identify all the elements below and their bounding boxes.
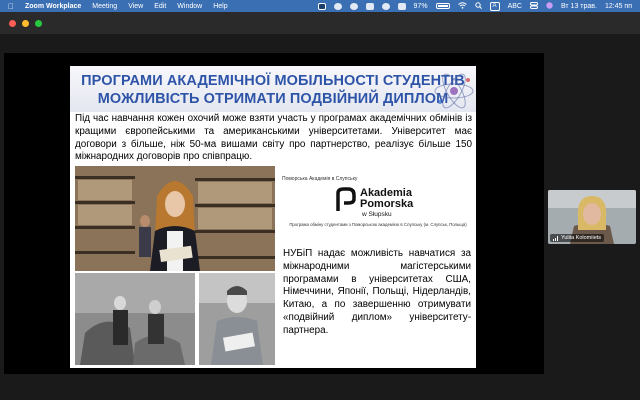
student-reading-photo — [199, 273, 275, 365]
siri-icon[interactable] — [546, 1, 553, 11]
participant-video-tile[interactable]: Yuliia Kolomiiets — [548, 190, 636, 244]
signal-bars-icon — [553, 235, 558, 241]
menu-edit[interactable]: Edit — [154, 3, 166, 10]
window-titlebar — [0, 12, 640, 34]
menubar-date[interactable]: Вт 13 трав. — [561, 3, 597, 10]
slide-double-diploma-paragraph: НУБіП надає можливість навчатися за міжн… — [283, 248, 471, 336]
slide-title-line2: МОЖЛИВІСТЬ ОТРИМАТИ ПОДВІЙНИЙ ДИПЛОМ — [97, 91, 449, 107]
menu-bar:  Zoom Workplace Meeting View Edit Windo… — [0, 0, 640, 12]
vpn-icon[interactable] — [317, 2, 326, 10]
menu-meeting[interactable]: Meeting — [92, 3, 117, 10]
spotlight-icon[interactable] — [474, 1, 482, 11]
messenger-icon[interactable] — [333, 2, 342, 10]
shared-slide: ПРОГРАМИ АКАДЕМІЧНОЇ МОБІЛЬНОСТІ СТУДЕНТ… — [70, 66, 476, 368]
slide-title-line1: ПРОГРАМИ АКАДЕМІЧНОЇ МОБІЛЬНОСТІ СТУДЕНТ… — [81, 73, 465, 89]
cloud-icon[interactable] — [365, 2, 374, 10]
partner-name-line2: Pomorska — [360, 198, 414, 210]
atom-icon — [434, 73, 474, 109]
museum-students-photo — [75, 273, 195, 365]
apple-menu-icon[interactable]:  — [8, 2, 14, 11]
app-menu[interactable]: Zoom Workplace — [25, 3, 81, 10]
menu-help[interactable]: Help — [213, 3, 227, 10]
wifi-icon[interactable] — [457, 1, 467, 11]
menu-window[interactable]: Window — [177, 3, 202, 10]
library-student-photo — [75, 166, 275, 271]
chat-icon[interactable] — [349, 2, 358, 10]
sync-icon[interactable] — [381, 2, 390, 10]
control-center-icon[interactable] — [529, 1, 538, 11]
exchange-program-caption: Програма обміну студентами з Поморською … — [289, 222, 467, 227]
battery-icon[interactable] — [435, 3, 450, 9]
partner-caption: Поморська Академія в Слупську — [282, 176, 358, 182]
menu-view[interactable]: View — [128, 3, 143, 10]
close-window-button[interactable] — [9, 19, 16, 27]
fullscreen-window-button[interactable] — [35, 19, 42, 27]
input-source-label[interactable]: ABC — [508, 3, 522, 10]
battery-percent: 97% — [413, 2, 428, 10]
partner-city: w Słupsku — [362, 211, 392, 218]
slide-intro-paragraph: Під час навчання кожен охочий може взяти… — [75, 113, 472, 163]
menubar-time[interactable]: 12:45 пп — [605, 3, 632, 10]
keyboard-layout-indicator[interactable]: A — [489, 1, 500, 11]
participant-name: Yuliia Kolomiiets — [561, 235, 602, 241]
participant-name-bar: Yuliia Kolomiiets — [550, 234, 605, 242]
minimize-window-button[interactable] — [22, 19, 29, 27]
zoom-icon[interactable] — [397, 2, 406, 10]
